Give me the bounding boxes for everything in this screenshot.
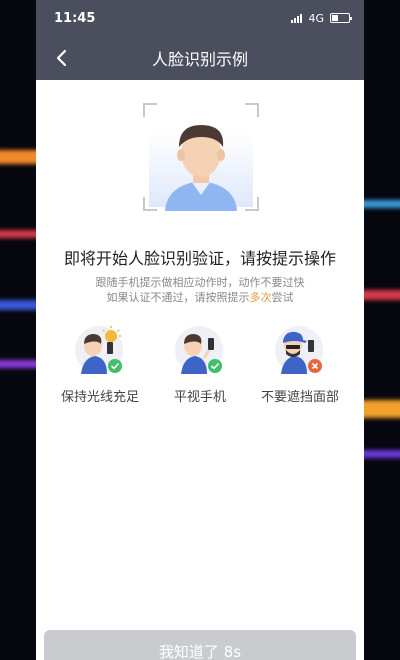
tip-no-covering: 不要遮挡面部 — [250, 324, 350, 405]
status-time: 11:45 — [54, 10, 96, 26]
battery-icon — [330, 13, 352, 23]
chevron-left-icon — [56, 49, 67, 67]
instruction-line-2: 如果认证不通过，请按照提示多次尝试 — [106, 291, 294, 304]
confirm-button[interactable]: 我知道了 8s — [44, 630, 356, 660]
page-title: 人脸识别示例 — [151, 50, 248, 69]
tip-label: 保持光线充足 — [60, 390, 139, 405]
selfie-eye-level-icon — [175, 326, 223, 374]
background-right — [364, 0, 400, 660]
headline: 即将开始人脸识别验证，请按提示操作 — [63, 249, 336, 268]
covered-face-icon — [275, 326, 323, 374]
sun-light-icon — [75, 326, 123, 374]
background-left — [0, 0, 36, 660]
instruction-line-1: 跟随手机提示做相应动作时，动作不要过快 — [95, 276, 305, 289]
tip-eye-level: 平视手机 — [150, 324, 250, 405]
back-button[interactable] — [50, 46, 74, 70]
tip-label: 平视手机 — [173, 390, 226, 405]
status-indicators: 4G — [291, 11, 352, 25]
face-avatar-icon — [165, 125, 237, 211]
tip-good-lighting: 保持光线充足 — [50, 324, 150, 405]
highlight-text: 多次 — [249, 291, 272, 304]
status-bar: 11:45 4G — [36, 0, 364, 36]
signal-icon — [291, 13, 303, 23]
face-example-frame — [143, 103, 259, 211]
nav-bar: 人脸识别示例 — [36, 36, 364, 80]
tip-label: 不要遮挡面部 — [260, 390, 339, 405]
phone-screen: 11:45 4G 人脸识别示例 即将开始人脸识别验证，请按提示操作 跟随手机提示… — [36, 0, 364, 660]
network-type: 4G — [308, 11, 324, 25]
